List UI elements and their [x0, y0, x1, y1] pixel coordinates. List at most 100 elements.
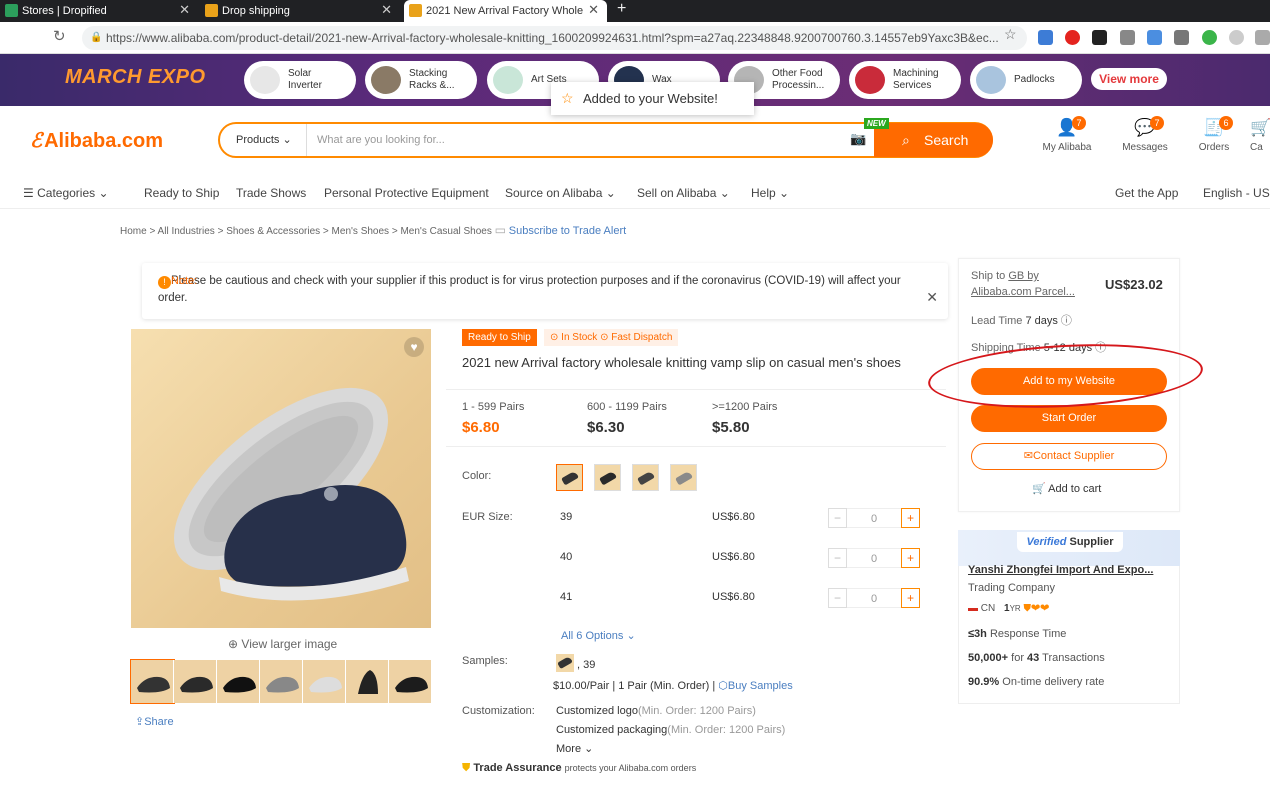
notification-badge: 7	[1150, 116, 1164, 130]
main-product-image[interactable]	[131, 329, 431, 628]
response-value: ≤3h	[968, 628, 987, 640]
nav-source-on-alibaba[interactable]: Source on Alibaba ⌄	[505, 186, 616, 200]
nav-label: Sell on Alibaba	[637, 186, 717, 200]
close-tab-icon[interactable]: ✕	[588, 2, 599, 18]
alibaba-logo[interactable]: ℰ Alibaba.com	[30, 128, 163, 153]
browser-tab-drop-shipping[interactable]: Drop shipping ✕	[200, 0, 400, 22]
search-input[interactable]: What are you looking for...	[306, 124, 846, 156]
check-extension-icon[interactable]	[1202, 30, 1217, 45]
expo-chip-machining[interactable]: Machining Services	[849, 61, 961, 99]
price-tier: 600 - 1199 Pairs $6.30	[587, 401, 667, 436]
thumbnail-1[interactable]	[130, 659, 175, 704]
view-more-button[interactable]: View more	[1091, 68, 1167, 90]
quantity-input[interactable]: 0	[847, 508, 901, 528]
search-button[interactable]: ⌕ Search	[874, 123, 993, 157]
more-label: More	[556, 743, 582, 755]
view-larger-image-link[interactable]: ⊕ View larger image	[228, 637, 337, 651]
all-options-link[interactable]: All 6 Options ⌄	[561, 629, 636, 642]
check-circle-icon: ⊙	[550, 332, 559, 343]
thumbnail-4[interactable]	[260, 660, 303, 703]
close-tab-icon[interactable]: ✕	[381, 2, 392, 18]
more-customization-link[interactable]: More ⌄	[556, 742, 593, 755]
categories-menu[interactable]: ☰ Categories ⌄	[23, 186, 109, 200]
expo-chip-solar-inverter[interactable]: Solar Inverter	[244, 61, 356, 99]
language-currency-selector[interactable]: English - USD	[1203, 186, 1270, 200]
qr-extension-icon[interactable]	[1092, 30, 1107, 45]
browser-tab-alibaba[interactable]: 2021 New Arrival Factory Whole ✕	[404, 0, 607, 22]
breadcrumb-item[interactable]: Home	[120, 226, 147, 237]
bookmark-star-icon[interactable]: ☆	[1004, 26, 1017, 43]
color-swatch-1[interactable]	[556, 464, 583, 491]
decrease-button[interactable]: −	[828, 548, 847, 568]
messages-button[interactable]: 💬 7 Messages	[1120, 116, 1170, 153]
orders-button[interactable]: 🧾 6 Orders	[1189, 116, 1239, 153]
thumbnail-7[interactable]	[389, 660, 432, 703]
search-icon: ⌕	[902, 132, 910, 148]
breadcrumb-item[interactable]: Men's Casual Shoes	[400, 226, 491, 237]
ship-method-link[interactable]: Alibaba.com Parcel...	[971, 286, 1075, 298]
decrease-button[interactable]: −	[828, 508, 847, 528]
supplier-name-link[interactable]: Yanshi Zhongfei Import And Expo...	[968, 564, 1153, 576]
expo-chip-padlocks[interactable]: Padlocks	[970, 61, 1082, 99]
search-category-dropdown[interactable]: Products ⌄	[236, 133, 292, 146]
ship-destination-link[interactable]: GB by	[1008, 270, 1039, 282]
close-icon[interactable]: ✕	[926, 289, 938, 306]
thumbnail-5[interactable]	[303, 660, 346, 703]
reload-icon[interactable]: ↻	[53, 27, 66, 45]
subscribe-trade-alert-link[interactable]: Subscribe to Trade Alert	[509, 225, 626, 237]
chip-line1: Solar	[288, 68, 312, 79]
favorite-heart-icon[interactable]: ♥	[404, 337, 424, 357]
quantity-input[interactable]: 0	[847, 588, 901, 608]
transactions-mid: for	[1011, 652, 1024, 664]
my-alibaba-button[interactable]: 👤 7 My Alibaba	[1042, 116, 1092, 153]
browser-tab-dropified[interactable]: Stores | Dropified ✕	[0, 0, 198, 22]
info-icon[interactable]: ⓘ	[1061, 315, 1072, 327]
get-the-app-link[interactable]: Get the App	[1115, 186, 1178, 200]
nav-help[interactable]: Help ⌄	[751, 186, 789, 200]
tier-price: $5.80	[712, 419, 750, 436]
profile-extension-icon[interactable]	[1229, 30, 1244, 45]
camera-search-icon[interactable]: 📷	[850, 131, 866, 147]
eyedropper-extension-icon[interactable]	[1120, 30, 1135, 45]
color-swatch-2[interactable]	[594, 464, 621, 491]
increase-button[interactable]: +	[901, 508, 920, 528]
decrease-button[interactable]: −	[828, 588, 847, 608]
color-swatch-4[interactable]	[670, 464, 697, 491]
thumbnail-6[interactable]	[346, 660, 389, 703]
close-tab-icon[interactable]: ✕	[179, 2, 190, 18]
color-label: Color:	[462, 470, 492, 482]
increase-button[interactable]: +	[901, 588, 920, 608]
color-swatch-3[interactable]	[632, 464, 659, 491]
window-extension-icon[interactable]	[1147, 30, 1162, 45]
extension-icon[interactable]	[1038, 30, 1053, 45]
camera-extension-icon[interactable]	[1174, 30, 1189, 45]
breadcrumb-item[interactable]: Men's Shoes	[332, 226, 390, 237]
header-icon-label: Ca	[1250, 142, 1263, 153]
start-order-button[interactable]: Start Order	[971, 405, 1167, 432]
thumbnail-3[interactable]	[217, 660, 260, 703]
nav-ppe[interactable]: Personal Protective Equipment	[324, 186, 489, 200]
breadcrumb-item[interactable]: Shoes & Accessories	[226, 226, 320, 237]
new-tab-icon[interactable]: +	[617, 0, 626, 18]
thumbnail-2[interactable]	[174, 660, 217, 703]
address-bar[interactable]: 🔒 https://www.alibaba.com/product-detail…	[82, 26, 1027, 50]
check-circle-icon: ⊙	[600, 332, 609, 343]
cart-button[interactable]: 🛒 Ca	[1250, 118, 1270, 153]
header-icon-label: Messages	[1122, 142, 1168, 153]
new-badge: NEW	[864, 118, 889, 129]
nav-sell-on-alibaba[interactable]: Sell on Alibaba ⌄	[637, 186, 730, 200]
breadcrumb-item[interactable]: All Industries	[158, 226, 215, 237]
increase-button[interactable]: +	[901, 548, 920, 568]
puzzle-extension-icon[interactable]	[1255, 30, 1270, 45]
share-link[interactable]: ⇪Share	[135, 715, 174, 728]
contact-supplier-button[interactable]: ✉Contact Supplier	[971, 443, 1167, 470]
buy-samples-link[interactable]: ⬡Buy Samples	[718, 680, 792, 692]
opera-extension-icon[interactable]	[1065, 30, 1080, 45]
add-to-cart-button[interactable]: 🛒 Add to cart	[1032, 482, 1101, 495]
nav-ready-to-ship[interactable]: Ready to Ship	[144, 186, 219, 200]
quantity-input[interactable]: 0	[847, 548, 901, 568]
custom-pack-text: Customized packaging	[556, 724, 668, 736]
trade-assurance: ⛊ Trade Assurance protects your Alibaba.…	[462, 762, 696, 775]
nav-trade-shows[interactable]: Trade Shows	[236, 186, 306, 200]
expo-chip-stacking-racks[interactable]: Stacking Racks &...	[365, 61, 477, 99]
